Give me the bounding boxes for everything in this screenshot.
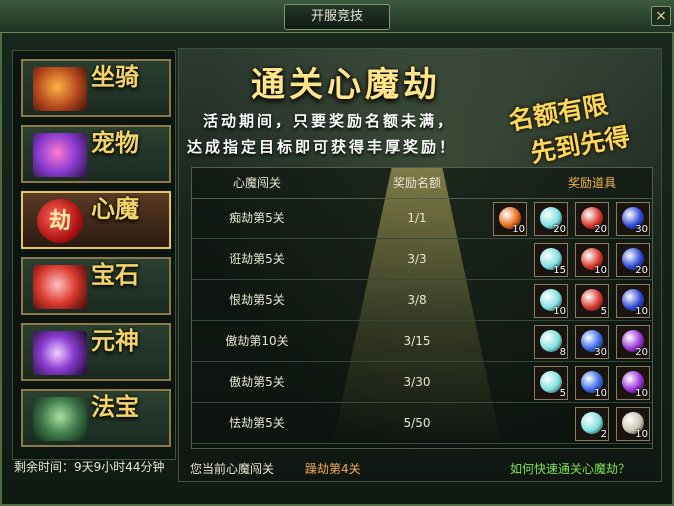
reward-item[interactable]: 10 (575, 366, 609, 400)
reward-item[interactable]: 10 (616, 284, 650, 318)
gem-icon (33, 265, 87, 309)
column-header-stage: 心魔闯关 (232, 176, 281, 190)
sidebar-item-label: 坐骑 (91, 62, 139, 91)
sidebar-item-label: 元神 (91, 326, 139, 355)
item-count: 8 (559, 347, 566, 358)
reward-item[interactable]: 15 (534, 243, 568, 277)
sidebar-item-label: 心魔 (91, 194, 139, 223)
reward-item[interactable]: 10 (575, 243, 609, 277)
main-panel: 通关心魔劫 活动期间，只要奖励名额未满， 达成指定目标即可获得丰厚奖励！ 名额有… (178, 48, 662, 482)
item-count: 15 (553, 265, 566, 276)
heart-demon-icon: 劫 (37, 199, 83, 243)
reward-item[interactable]: 30 (575, 325, 609, 359)
category-sidebar: 坐骑 宠物 劫 心魔 宝石 元神 法宝 (12, 50, 176, 460)
item-count: 30 (635, 224, 648, 235)
table-row: 恨劫第5关 3/8 10 5 10 (192, 280, 652, 321)
sidebar-item-spirit[interactable]: 元神 (21, 323, 171, 381)
reward-item[interactable]: 5 (575, 284, 609, 318)
reward-item[interactable]: 20 (616, 325, 650, 359)
reward-item[interactable]: 2 (575, 407, 609, 441)
reward-item[interactable]: 20 (534, 202, 568, 236)
event-description-line-1: 活动期间，只要奖励名额未满， (203, 112, 456, 130)
reward-items: 2 10 (192, 407, 652, 441)
table-row: 诳劫第5关 3/3 15 10 20 (192, 239, 652, 280)
sidebar-item-gem[interactable]: 宝石 (21, 257, 171, 315)
item-count: 10 (594, 265, 607, 276)
reward-items: 8 30 20 (192, 325, 652, 359)
item-count: 2 (600, 429, 607, 440)
item-count: 10 (512, 224, 525, 235)
current-stage-label: 您当前心魔闯关 (190, 462, 275, 476)
item-count: 20 (553, 224, 566, 235)
event-description-line-2: 达成指定目标即可获得丰厚奖励！ (187, 138, 458, 156)
sidebar-item-heart-demon[interactable]: 劫 心魔 (21, 191, 171, 249)
sidebar-item-label: 法宝 (91, 392, 139, 421)
remaining-time: 剩余时间：9天9小时44分钟 (14, 460, 165, 474)
item-count: 10 (635, 388, 648, 399)
reward-item[interactable]: 10 (616, 407, 650, 441)
item-count: 20 (635, 265, 648, 276)
reward-item[interactable]: 8 (534, 325, 568, 359)
table-row: 怯劫第5关 5/50 2 10 (192, 403, 652, 444)
item-count: 5 (559, 388, 566, 399)
reward-items: 10 5 10 (192, 284, 652, 318)
item-count: 30 (594, 347, 607, 358)
treasure-icon (33, 397, 87, 441)
help-link[interactable]: 如何快速通关心魔劫？ (510, 460, 658, 478)
column-header-reward: 奖励道具 (567, 176, 616, 190)
reward-item[interactable]: 30 (616, 202, 650, 236)
mount-icon (33, 67, 87, 111)
close-button[interactable]: × (651, 6, 671, 26)
reward-items: 10 20 20 30 (192, 202, 652, 236)
item-count: 10 (635, 429, 648, 440)
item-count: 10 (553, 306, 566, 317)
page-title: 通关心魔劫 (251, 65, 441, 105)
sidebar-item-pet[interactable]: 宠物 (21, 125, 171, 183)
item-count: 20 (594, 224, 607, 235)
reward-item[interactable]: 10 (534, 284, 568, 318)
reward-item[interactable]: 20 (575, 202, 609, 236)
reward-item[interactable]: 20 (616, 243, 650, 277)
reward-item[interactable]: 10 (493, 202, 527, 236)
item-count: 10 (635, 306, 648, 317)
table-row: 傲劫第10关 3/15 8 30 20 (192, 321, 652, 362)
table-row: 痴劫第5关 1/1 10 20 20 30 (192, 198, 652, 239)
reward-items: 15 10 20 (192, 243, 652, 277)
item-count: 10 (594, 388, 607, 399)
window-title: 开服竞技 (284, 4, 390, 30)
sidebar-item-label: 宠物 (91, 128, 139, 157)
column-header-quota: 奖励名额 (392, 176, 441, 190)
item-count: 20 (635, 347, 648, 358)
reward-items: 5 10 10 (192, 366, 652, 400)
table-header: 心魔闯关 奖励名额 奖励道具 (192, 168, 652, 199)
reward-table: 心魔闯关 奖励名额 奖励道具 痴劫第5关 1/1 10 20 20 30 诳劫第5关 3/3 1… (191, 167, 653, 449)
reward-item[interactable]: 10 (616, 366, 650, 400)
sidebar-item-label: 宝石 (91, 260, 139, 289)
sidebar-item-mount[interactable]: 坐骑 (21, 59, 171, 117)
current-stage-value: 躁劫第4关 (305, 462, 361, 476)
reward-item[interactable]: 5 (534, 366, 568, 400)
pet-icon (33, 133, 87, 177)
table-row: 傲劫第5关 3/30 5 10 10 (192, 362, 652, 403)
sidebar-item-treasure[interactable]: 法宝 (21, 389, 171, 447)
item-count: 5 (600, 306, 607, 317)
spirit-icon (33, 331, 87, 375)
